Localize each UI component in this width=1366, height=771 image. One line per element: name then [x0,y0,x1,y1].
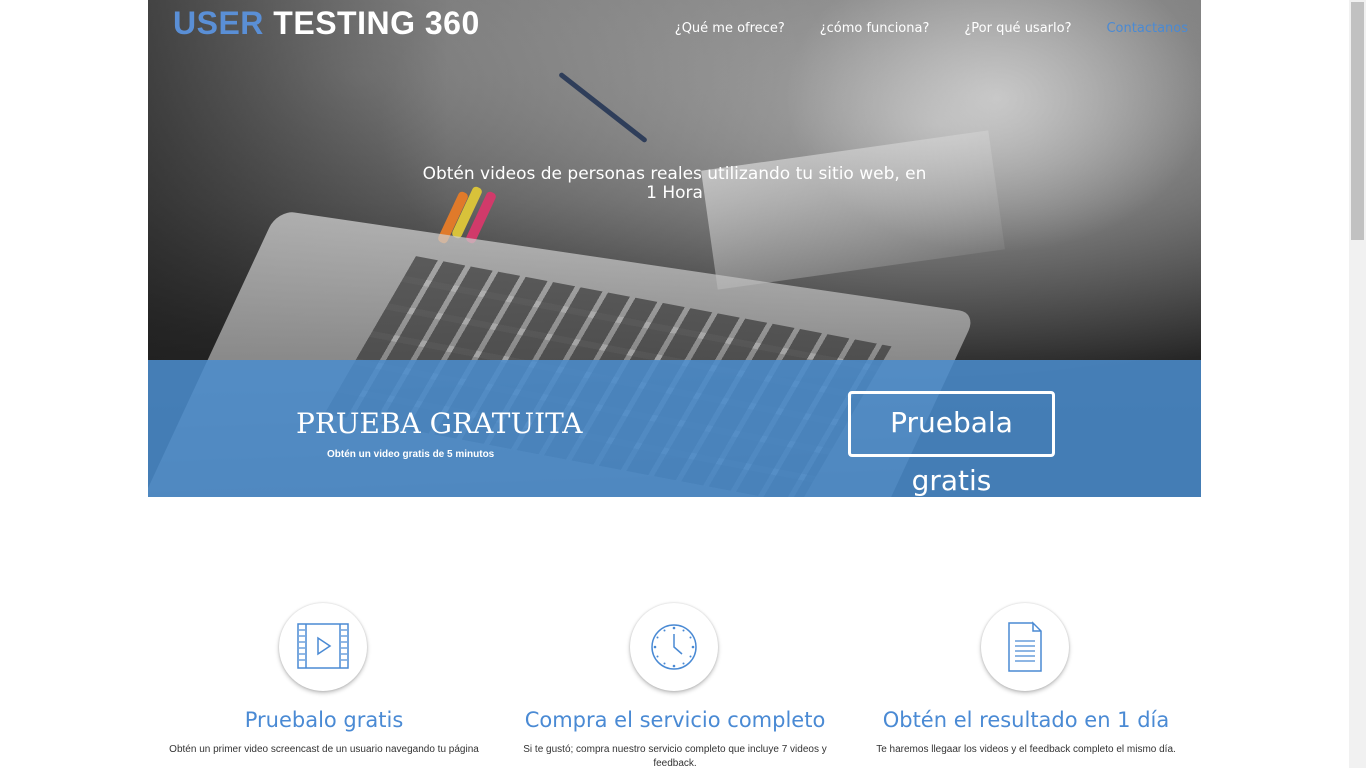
promo-subtitle: Obtén un video gratis de 5 minutos [327,449,495,460]
logo-text-testing: TESTING 360 [273,5,480,41]
feature-title: Pruebalo gratis [244,708,404,732]
video-file-icon [297,623,349,669]
clock-icon [651,624,697,670]
main-nav: ¿Qué me ofrece? ¿cómo funciona? ¿Por qué… [675,21,1188,36]
hero-banner: USER TESTING 360 ¿Qué me ofrece? ¿cómo f… [148,0,1201,497]
hero-background-pen [558,71,648,144]
feature-text: Te haremos llegaar los videos y el feedb… [876,744,1176,755]
nav-link-por-que-usarlo[interactable]: ¿Por qué usarlo? [964,21,1071,36]
hero-headline: Obtén videos de personas reales utilizan… [422,164,927,203]
page: USER TESTING 360 ¿Qué me ofrece? ¿cómo f… [148,0,1201,769]
document-icon [1008,621,1042,672]
logo-text-user: USER [173,5,264,41]
feature-text: Si te gustó; compra nuestro servicio com… [523,744,827,769]
nav-link-que-ofrece[interactable]: ¿Qué me ofrece? [675,21,785,36]
site-logo[interactable]: USER TESTING 360 [173,5,480,42]
scrollbar-thumb[interactable] [1351,2,1364,240]
feature-icon-circle [630,603,718,691]
nav-link-contactanos[interactable]: Contactanos [1106,21,1188,36]
feature-title: Obtén el resultado en 1 día [882,708,1170,732]
try-free-button[interactable]: Pruebala gratis [848,391,1055,497]
promo-title: PRUEBA GRATUITA [296,407,583,440]
page-scrollbar[interactable] [1349,0,1366,768]
feature-icon-circle [981,603,1069,691]
nav-link-como-funciona[interactable]: ¿cómo funciona? [820,21,930,36]
feature-icon-circle [279,603,367,691]
feature-text: Obtén un primer video screencast de un u… [169,744,479,755]
promo-band: PRUEBA GRATUITA Obtén un video gratis de… [148,360,1201,497]
feature-title: Compra el servicio completo [524,708,826,732]
